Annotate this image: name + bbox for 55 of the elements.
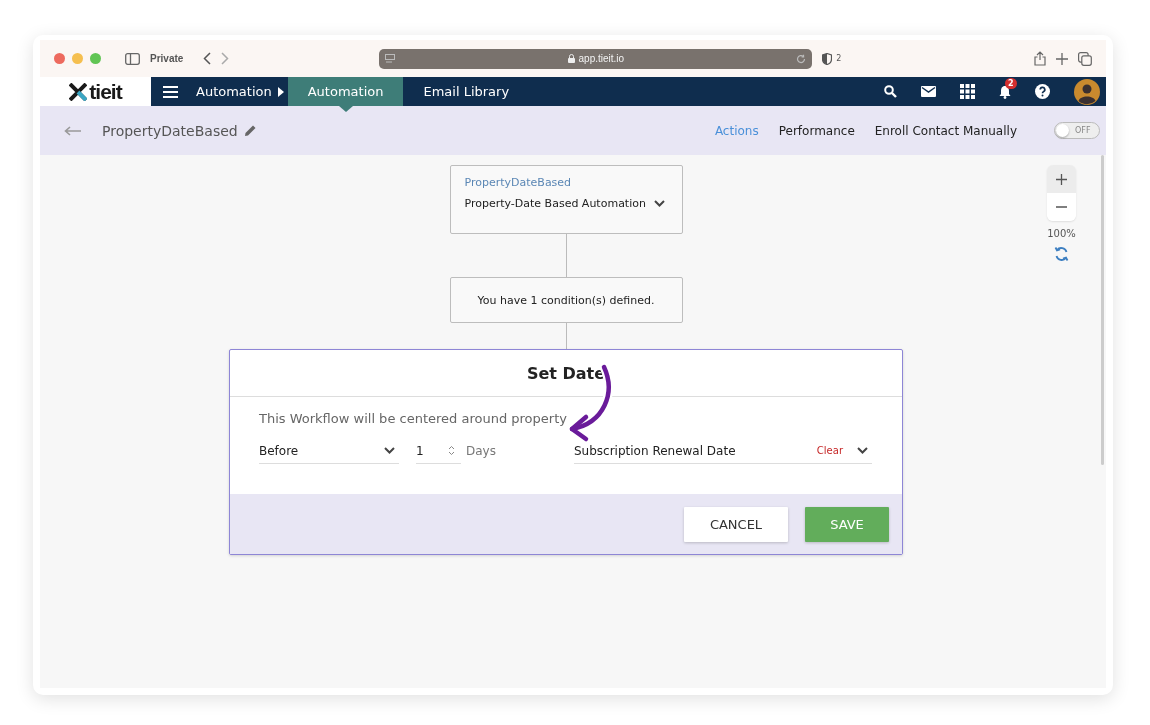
- lock-icon: [567, 54, 575, 63]
- trigger-type: Property-Date Based Automation: [464, 197, 646, 210]
- property-select[interactable]: Subscription Renewal Date: [574, 443, 736, 458]
- cancel-button[interactable]: CANCEL: [684, 506, 788, 542]
- chevron-down-icon: [384, 447, 395, 454]
- clear-link[interactable]: Clear: [816, 445, 843, 456]
- page-icon: [385, 53, 396, 64]
- trigger-card[interactable]: PropertyDateBased Property-Date Based Automation: [449, 165, 683, 234]
- notification-badge: 2: [1005, 77, 1017, 89]
- url-text: app.tieit.io: [567, 53, 625, 64]
- chevron-down-icon[interactable]: [653, 200, 665, 207]
- avatar[interactable]: [1074, 78, 1100, 105]
- conditions-text: You have 1 condition(s) defined.: [477, 293, 655, 307]
- share-icon[interactable]: [1034, 51, 1046, 66]
- tracker-count: 2: [836, 54, 842, 63]
- nav-tab[interactable]: Email Library: [403, 77, 530, 106]
- logo-mark-icon: [69, 82, 88, 101]
- edit-pencil-icon[interactable]: [244, 125, 256, 136]
- help-icon[interactable]: [1035, 84, 1050, 99]
- chevron-down-icon[interactable]: [857, 447, 868, 454]
- refresh-icon[interactable]: [1054, 246, 1069, 262]
- header-tab[interactable]: Enroll Contact Manually: [874, 123, 1017, 138]
- minus-icon: [1056, 206, 1067, 208]
- close-window-button[interactable]: [54, 53, 65, 64]
- unit-label: Days: [466, 444, 497, 458]
- mail-icon[interactable]: [921, 86, 936, 97]
- address-bar[interactable]: app.tieit.io: [379, 48, 813, 69]
- menu-icon[interactable]: [163, 85, 178, 98]
- header-tab[interactable]: Performance: [778, 123, 855, 138]
- zoom-level: 100%: [1047, 228, 1076, 239]
- amount-input[interactable]: 1: [416, 438, 461, 464]
- stepper-arrows-icon[interactable]: [448, 445, 455, 456]
- plus-icon: [1056, 173, 1067, 185]
- automation-title: PropertyDateBased: [102, 122, 238, 139]
- back-icon[interactable]: [203, 52, 212, 65]
- breadcrumb-link[interactable]: Automation: [196, 84, 278, 99]
- logo[interactable]: tieit: [40, 77, 151, 106]
- conditions-card[interactable]: You have 1 condition(s) defined.: [449, 277, 683, 323]
- private-label: Private: [150, 53, 184, 64]
- apps-grid-icon[interactable]: [960, 84, 975, 99]
- search-icon[interactable]: [884, 85, 897, 98]
- bell-icon[interactable]: [999, 84, 1011, 99]
- sidebar-icon[interactable]: [125, 52, 140, 65]
- zoom-out-button[interactable]: [1047, 193, 1076, 221]
- trigger-name: PropertyDateBased: [464, 176, 573, 189]
- shield-icon[interactable]: [822, 52, 833, 65]
- timing-select[interactable]: Before: [259, 438, 399, 464]
- new-tab-icon[interactable]: [1056, 52, 1068, 65]
- scrollbar[interactable]: [1101, 155, 1104, 465]
- logo-text: tieit: [89, 81, 122, 102]
- breadcrumb-arrow-icon: [277, 86, 284, 97]
- tabs-overview-icon[interactable]: [1078, 51, 1092, 66]
- zoom-in-button[interactable]: [1047, 165, 1076, 193]
- dialog-description: This Workflow will be centered around property: [259, 411, 568, 426]
- dialog-title: Set Date: [526, 363, 606, 383]
